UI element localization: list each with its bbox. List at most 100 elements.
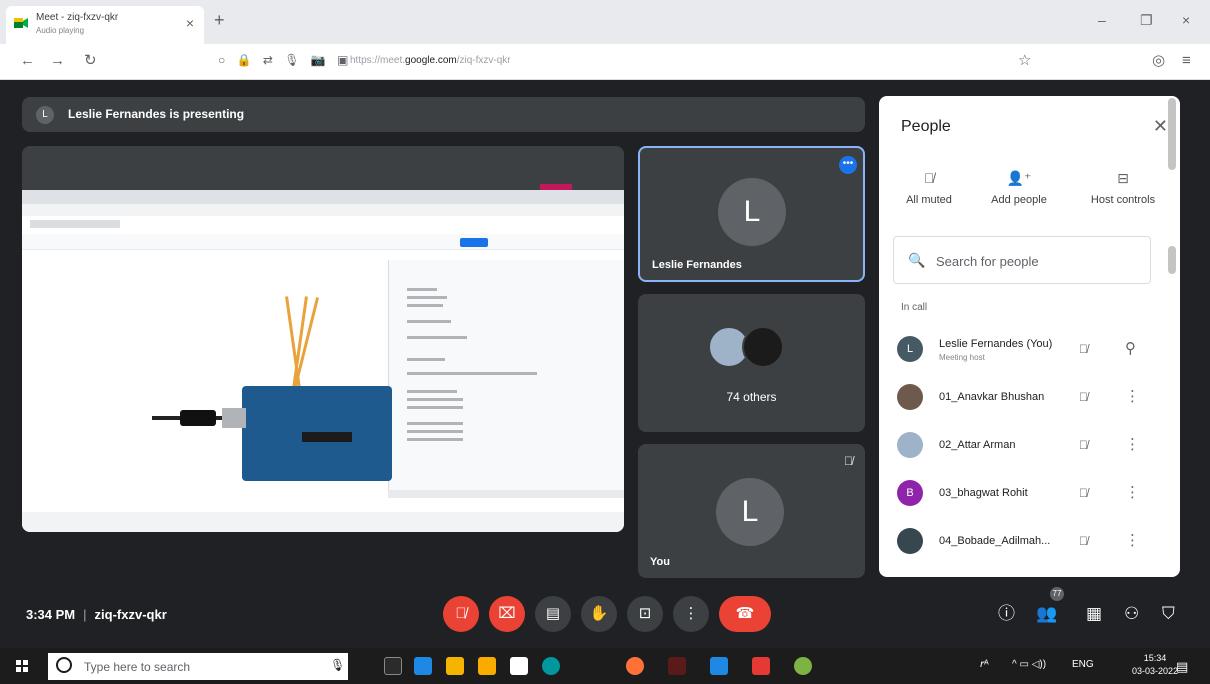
new-tab-button[interactable]: + [214, 10, 225, 30]
shared-code-button [460, 238, 488, 247]
mic-off-icon[interactable]: 🎙̸ [1079, 342, 1088, 356]
participant-row[interactable]: 04_Bobade_Adilmah... 🎙̸ ⋮ [879, 522, 1169, 568]
meet-stage: L Leslie Fernandes is presenting ••• L L… [0, 80, 1210, 648]
forward-arrow-icon[interactable]: → [50, 53, 65, 69]
mic-off-icon[interactable]: 🎙̸ [1079, 438, 1088, 452]
windows-taskbar: Type here to search 🎙 𝘳ᴬ ^ ▭ ◁)) ENG 15:… [0, 648, 1210, 684]
activities-icon[interactable]: ⚇ [1124, 604, 1139, 624]
pocket-icon[interactable]: ◎ [1152, 53, 1165, 69]
tab-close-icon[interactable]: × [186, 15, 194, 31]
mic-off-icon[interactable]: 🎙̸ [1079, 534, 1088, 548]
others-avatar-2 [742, 326, 784, 368]
app-icon[interactable] [710, 657, 728, 675]
app-icon[interactable] [794, 657, 812, 675]
tile-others[interactable]: 74 others [638, 294, 865, 432]
minimize-button[interactable]: – [1098, 12, 1106, 28]
more-vert-icon[interactable]: ⋮ [1125, 435, 1140, 453]
reload-icon[interactable]: ↻ [84, 53, 97, 69]
participant-avatar: B [897, 480, 923, 506]
more-vert-icon[interactable]: ⋮ [1125, 387, 1140, 405]
mic-toggle-button[interactable]: 🎙̸ [443, 596, 479, 632]
wps-office-icon[interactable] [752, 657, 770, 675]
more-vert-icon[interactable]: ⋮ [1125, 483, 1140, 501]
presenting-text: Leslie Fernandes is presenting [68, 107, 245, 121]
participant-count-badge: 77 [1050, 587, 1064, 601]
self-tile-name: You [650, 556, 670, 568]
more-vert-icon: ⋮ [683, 605, 699, 622]
store-icon[interactable] [446, 657, 464, 675]
back-arrow-icon[interactable]: ← [20, 53, 35, 69]
host-controls-icon: ⊟ [1117, 170, 1129, 186]
taskbar-search-box[interactable]: Type here to search 🎙 [48, 653, 348, 680]
add-people-button[interactable]: 👤⁺ Add people [969, 170, 1069, 206]
host-controls-button[interactable]: ⊟ Host controls [1073, 170, 1173, 206]
tile-self[interactable]: 🎙̸ L You [638, 444, 865, 578]
captions-button[interactable]: ▤ [535, 596, 571, 632]
leave-call-button[interactable]: ☎ [719, 596, 771, 632]
tray-icons[interactable]: ^ ▭ ◁)) [1012, 659, 1046, 670]
clock-time: 15:34 [1143, 653, 1167, 663]
camera-toggle-button[interactable]: ⌧ [489, 596, 525, 632]
panel-scrollbar[interactable] [1168, 98, 1176, 170]
in-call-label: In call [901, 302, 928, 313]
raise-hand-button[interactable]: ✋ [581, 596, 617, 632]
presenting-banner: L Leslie Fernandes is presenting [22, 97, 865, 132]
edge-browser-icon[interactable] [414, 657, 432, 675]
all-muted-button[interactable]: 🎙̸ All muted [879, 170, 979, 206]
host-shield-icon[interactable]: ⛉ [1162, 604, 1175, 624]
chat-icon[interactable]: ▦ [1086, 604, 1102, 624]
usb-port [222, 408, 246, 428]
menu-hamburger-icon[interactable]: ≡ [1182, 53, 1191, 69]
tab-audio-playing: Audio playing [36, 26, 85, 35]
url-field[interactable]: https://meet.google.com/ziq-fxzv-qkr [350, 55, 511, 66]
list-scrollbar[interactable] [1168, 246, 1176, 274]
participant-role: Meeting host [939, 353, 985, 362]
more-options-icon[interactable]: ••• [839, 156, 857, 174]
site-permission-icons[interactable]: ○ 🔒 ⇄ 🎙 📷 ▣ [218, 53, 352, 67]
shared-browser-url [22, 204, 624, 216]
arduino-app-icon[interactable] [542, 657, 560, 675]
participant-avatar [897, 528, 923, 554]
participant-name: 03_bhagwat Rohit [939, 487, 1028, 499]
windows-start-icon[interactable] [16, 660, 28, 672]
mic-muted-icon: 🎙̸ [923, 170, 935, 186]
more-options-button[interactable]: ⋮ [673, 596, 709, 632]
app-icon[interactable] [668, 657, 686, 675]
bookmark-star-icon[interactable]: ☆ [1018, 53, 1031, 69]
people-tray-icon[interactable]: 𝘳ᴬ [980, 659, 989, 670]
participant-name: Leslie Fernandes (You) [939, 338, 1053, 350]
close-window-button[interactable]: × [1182, 12, 1190, 28]
taskbar-clock[interactable]: 15:34 03-03-2022 [1132, 652, 1178, 678]
pin-icon[interactable]: ⚲ [1125, 339, 1136, 357]
people-search-input[interactable] [936, 251, 1136, 271]
info-icon[interactable]: ⓘ [998, 604, 1015, 624]
mic-icon[interactable]: 🎙 [330, 658, 345, 672]
shared-serial-console [388, 490, 624, 498]
mic-off-icon[interactable]: 🎙̸ [1079, 486, 1088, 500]
people-icon[interactable]: 👥 [1036, 604, 1057, 624]
more-vert-icon[interactable]: ⋮ [1125, 531, 1140, 549]
shared-screen[interactable] [22, 146, 624, 532]
present-button[interactable]: ⊡ [627, 596, 663, 632]
mic-off-icon[interactable]: 🎙̸ [1079, 390, 1088, 404]
notification-icon[interactable]: ▤ [1176, 659, 1188, 675]
shared-doc-title [30, 220, 120, 228]
language-indicator[interactable]: ENG [1072, 659, 1094, 670]
maximize-button[interactable]: ❐ [1140, 12, 1153, 28]
browser-tab-meet[interactable]: Meet - ziq-fxzv-qkr Audio playing × [6, 6, 204, 44]
file-explorer-icon[interactable] [478, 657, 496, 675]
participant-name: 04_Bobade_Adilmah... [939, 535, 1051, 547]
task-view-icon[interactable] [384, 657, 402, 675]
mic-off-icon: 🎙̸ [455, 605, 467, 622]
hang-up-icon: ☎ [735, 605, 755, 622]
participant-row[interactable]: L Leslie Fernandes (You) Meeting host 🎙̸… [879, 330, 1169, 376]
firefox-icon[interactable] [626, 657, 644, 675]
mic-off-icon: 🎙̸ [844, 454, 853, 468]
participant-row[interactable]: 01_Anavkar Bhushan 🎙̸ ⋮ [879, 378, 1169, 424]
close-panel-icon[interactable]: ✕ [1153, 116, 1168, 136]
people-search-box[interactable]: 🔍 [893, 236, 1151, 284]
tile-presenter[interactable]: ••• L Leslie Fernandes [638, 146, 865, 282]
mail-icon[interactable] [510, 657, 528, 675]
participant-row[interactable]: B 03_bhagwat Rohit 🎙̸ ⋮ [879, 474, 1169, 520]
participant-row[interactable]: 02_Attar Arman 🎙̸ ⋮ [879, 426, 1169, 472]
